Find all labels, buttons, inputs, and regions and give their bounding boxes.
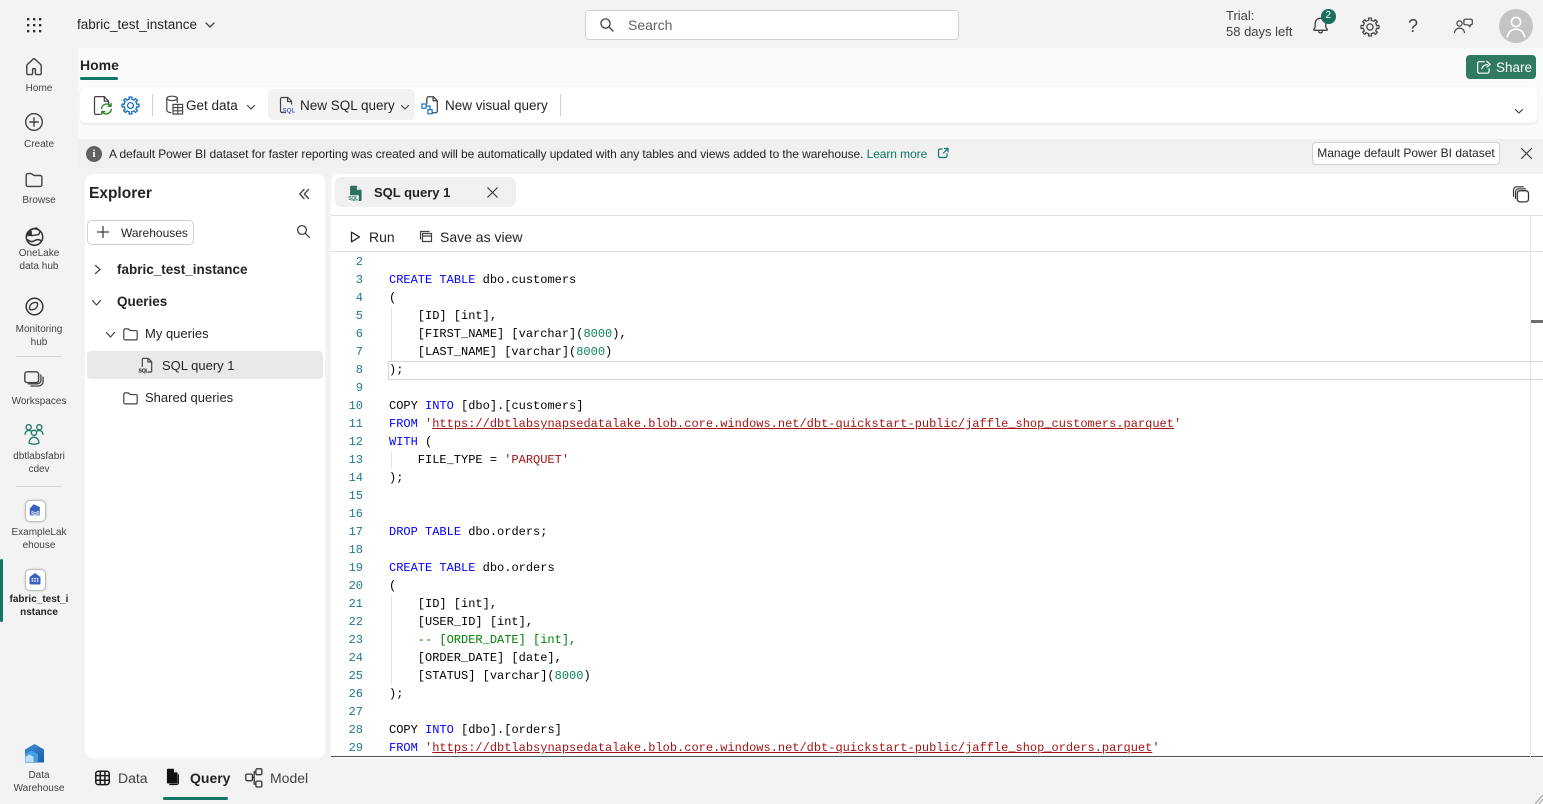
svg-text:SQL: SQL	[138, 369, 149, 374]
svg-text:SQL: SQL	[283, 107, 296, 114]
svg-text:SQL: SQL	[348, 196, 359, 202]
